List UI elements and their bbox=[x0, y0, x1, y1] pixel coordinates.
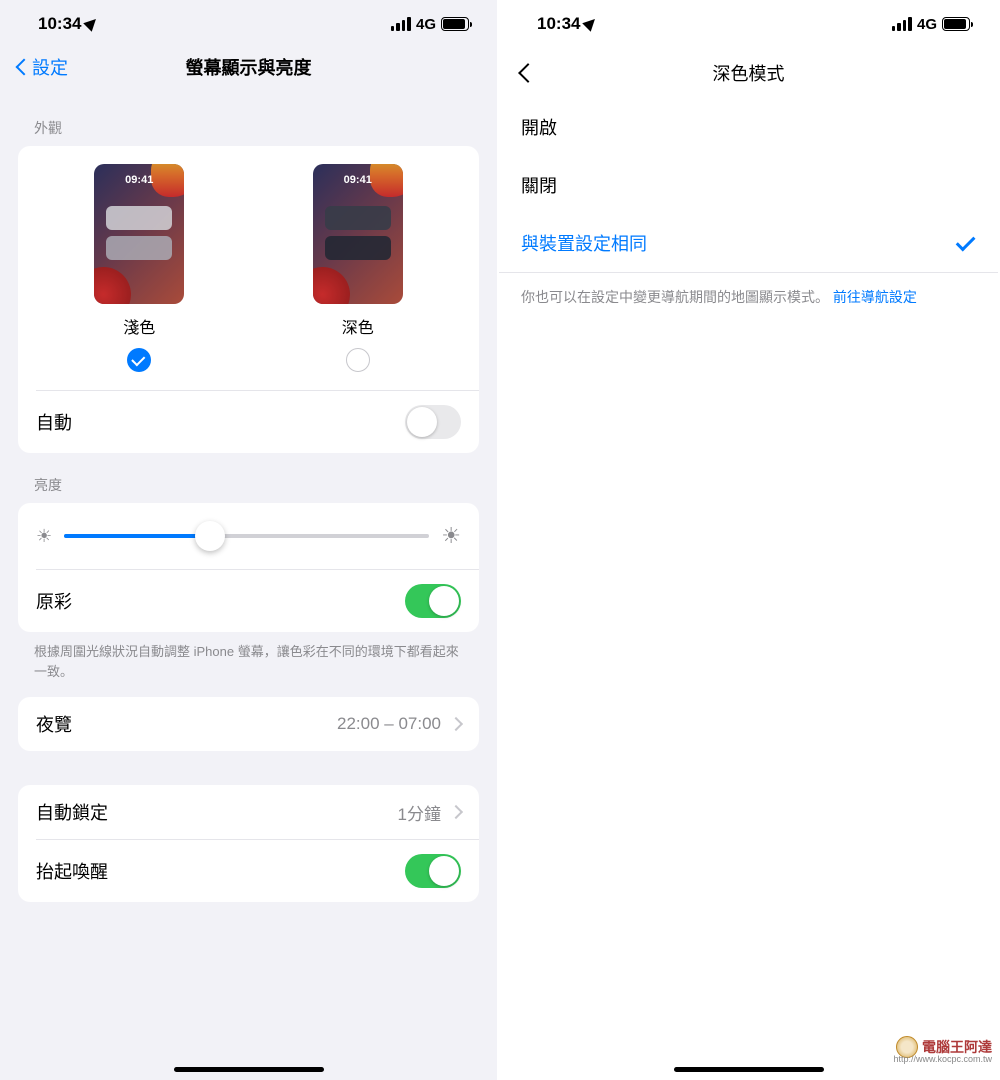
home-indicator[interactable] bbox=[174, 1067, 324, 1072]
chevron-right-icon bbox=[449, 805, 463, 819]
brightness-slider[interactable] bbox=[64, 534, 429, 538]
dark-mode-device-option[interactable]: 與裝置設定相同 bbox=[499, 214, 998, 272]
light-preview-thumb: 09:41 bbox=[94, 164, 184, 304]
true-tone-toggle[interactable] bbox=[405, 584, 461, 618]
night-shift-value: 22:00 – 07:00 bbox=[337, 714, 441, 734]
appearance-light-option[interactable]: 09:41 淺色 bbox=[94, 164, 184, 372]
brightness-slider-row[interactable]: ☀ ☀ bbox=[18, 503, 479, 569]
battery-icon bbox=[441, 17, 469, 31]
location-icon bbox=[583, 15, 600, 32]
status-time: 10:34 bbox=[537, 14, 580, 34]
slider-thumb[interactable] bbox=[195, 521, 225, 551]
true-tone-row[interactable]: 原彩 bbox=[18, 570, 479, 632]
appearance-section-label: 外觀 bbox=[0, 96, 497, 146]
appearance-dark-option[interactable]: 09:41 深色 bbox=[313, 164, 403, 372]
auto-lock-label: 自動鎖定 bbox=[36, 799, 108, 825]
status-bar: 10:34 4G bbox=[0, 0, 497, 42]
raise-to-wake-row[interactable]: 抬起喚醒 bbox=[18, 840, 479, 902]
night-shift-label: 夜覽 bbox=[36, 711, 72, 737]
chevron-right-icon bbox=[449, 717, 463, 731]
network-label: 4G bbox=[917, 16, 937, 33]
chevron-left-icon bbox=[16, 59, 33, 76]
light-radio-selected[interactable] bbox=[127, 348, 151, 372]
raise-wake-toggle[interactable] bbox=[405, 854, 461, 888]
auto-appearance-row[interactable]: 自動 bbox=[18, 391, 479, 453]
battery-icon bbox=[942, 17, 970, 31]
sun-large-icon: ☀ bbox=[441, 523, 461, 549]
option-off-label: 關閉 bbox=[521, 172, 557, 198]
back-button[interactable]: 設定 bbox=[18, 54, 68, 80]
true-tone-footer: 根據周圍光線狀況自動調整 iPhone 螢幕，讓色彩在不同的環境下都看起來一致。 bbox=[0, 632, 497, 687]
sun-small-icon: ☀ bbox=[36, 526, 52, 547]
true-tone-label: 原彩 bbox=[36, 588, 72, 614]
status-time: 10:34 bbox=[38, 14, 81, 34]
nav-settings-link[interactable]: 前往導航設定 bbox=[833, 289, 917, 305]
page-title: 螢幕顯示與亮度 bbox=[186, 54, 312, 80]
auto-lock-row[interactable]: 自動鎖定 1分鐘 bbox=[18, 785, 479, 839]
signal-icon bbox=[391, 17, 411, 31]
dark-mode-on-option[interactable]: 開啟 bbox=[499, 98, 998, 156]
signal-icon bbox=[892, 17, 912, 31]
dark-mode-footer: 你也可以在設定中變更導航期間的地圖顯示模式。 前往導航設定 bbox=[499, 273, 998, 322]
back-button[interactable] bbox=[518, 63, 538, 83]
dark-label: 深色 bbox=[342, 314, 374, 338]
auto-toggle[interactable] bbox=[405, 405, 461, 439]
raise-wake-label: 抬起喚醒 bbox=[36, 858, 108, 884]
back-label: 設定 bbox=[32, 54, 68, 80]
page-title: 深色模式 bbox=[713, 60, 785, 86]
night-shift-row[interactable]: 夜覽 22:00 – 07:00 bbox=[18, 697, 479, 751]
network-label: 4G bbox=[416, 16, 436, 33]
dark-mode-off-option[interactable]: 關閉 bbox=[499, 156, 998, 214]
brightness-section-label: 亮度 bbox=[0, 453, 497, 503]
location-icon bbox=[84, 15, 101, 32]
watermark: 電腦王阿達 http://www.kocpc.com.tw bbox=[896, 1036, 992, 1058]
light-label: 淺色 bbox=[123, 314, 155, 338]
dark-radio[interactable] bbox=[346, 348, 370, 372]
dark-preview-thumb: 09:41 bbox=[313, 164, 403, 304]
option-on-label: 開啟 bbox=[521, 114, 557, 140]
option-device-label: 與裝置設定相同 bbox=[521, 230, 647, 256]
auto-label: 自動 bbox=[36, 409, 72, 435]
checkmark-icon bbox=[956, 232, 976, 252]
auto-lock-value: 1分鐘 bbox=[398, 800, 441, 825]
status-bar: 10:34 4G bbox=[499, 0, 998, 42]
home-indicator[interactable] bbox=[674, 1067, 824, 1072]
